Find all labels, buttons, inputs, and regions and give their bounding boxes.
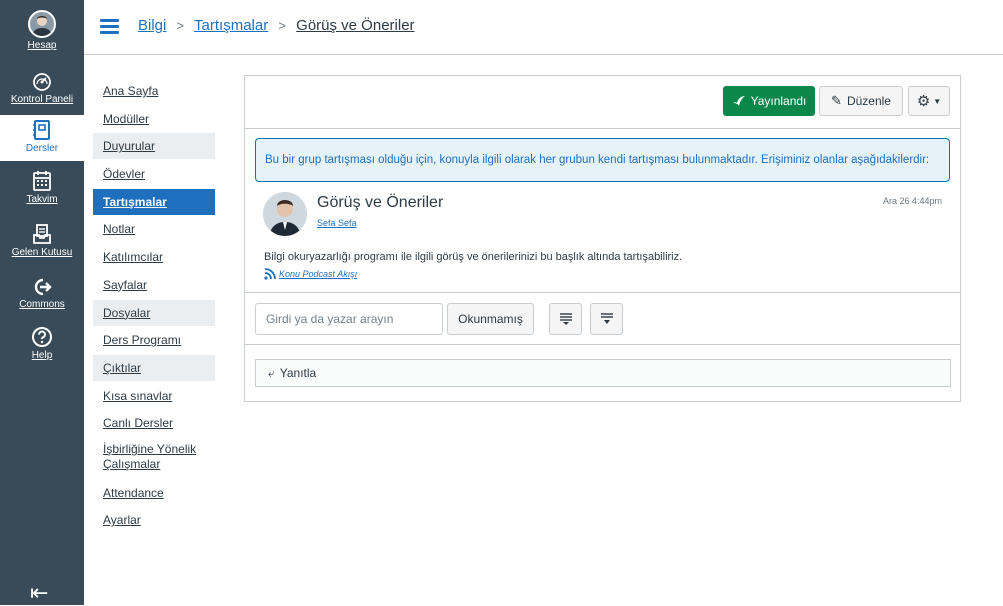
breadcrumb-discussions[interactable]: Tartışmalar xyxy=(194,17,268,34)
course-nav-grades[interactable]: Notlar xyxy=(93,216,215,242)
caret-down-icon: ▼ xyxy=(933,96,942,106)
course-nav-pages[interactable]: Sayfalar xyxy=(93,272,215,298)
post-date: Ara 26 4:44pm xyxy=(882,196,942,206)
post-title: Görüş ve Öneriler xyxy=(317,194,444,211)
collapse-nav-icon[interactable]: ⇤ xyxy=(30,580,48,606)
calendar-icon xyxy=(33,171,51,191)
nav-commons-label: Commons xyxy=(19,299,65,310)
global-nav: Hesap Kontrol Paneli Dersler Takvim Gele… xyxy=(0,0,84,605)
chevron-right-icon: > xyxy=(278,18,286,33)
rss-icon xyxy=(264,268,276,280)
nav-calendar[interactable]: Takvim xyxy=(0,170,84,206)
course-nav-files[interactable]: Dosyalar xyxy=(93,299,215,326)
course-nav-syllabus[interactable]: Ders Programı xyxy=(93,327,215,353)
published-check-icon xyxy=(732,96,745,106)
course-nav-attendance[interactable]: Attendance xyxy=(93,480,215,506)
collapse-all-button[interactable] xyxy=(590,303,623,335)
nav-account[interactable]: Hesap xyxy=(0,10,84,52)
reply-button[interactable]: ⤶ Yanıtla xyxy=(255,359,951,387)
post-body: Bilgi okuryazarlığı programı ile ilgili … xyxy=(264,251,683,263)
nav-help-label: Help xyxy=(31,350,53,361)
collapse-icon xyxy=(600,313,613,324)
page-header: Bilgi > Tartışmalar > Görüş ve Öneriler xyxy=(84,0,1003,55)
breadcrumb-course[interactable]: Bilgi xyxy=(138,17,166,34)
post-author-link[interactable]: Sefa Sefa xyxy=(317,218,357,228)
search-input[interactable] xyxy=(255,303,443,335)
course-nav-conferences[interactable]: Canlı Dersler xyxy=(93,410,215,436)
pencil-icon: ✎ xyxy=(831,93,842,108)
help-icon xyxy=(32,327,52,347)
expand-icon xyxy=(559,313,572,325)
group-discussion-info: Bu bir grup tartışması olduğu için, konu… xyxy=(255,138,950,182)
edit-label: Düzenle xyxy=(846,94,891,108)
settings-menu-button[interactable]: ⚙ ▼ xyxy=(908,86,950,116)
nav-courses-label: Dersler xyxy=(25,143,59,154)
unread-label: Okunmamış xyxy=(458,312,523,326)
nav-commons[interactable]: Commons xyxy=(0,277,84,311)
course-nav: Ana Sayfa Modüller Duyurular Ödevler Tar… xyxy=(93,78,215,535)
hamburger-menu-icon[interactable] xyxy=(100,19,119,35)
course-nav-people[interactable]: Katılımcılar xyxy=(93,244,215,270)
nav-calendar-label: Takvim xyxy=(26,194,58,205)
edit-button[interactable]: ✎ Düzenle xyxy=(819,86,903,116)
divider xyxy=(245,292,960,293)
podcast-feed-link[interactable]: Konu Podcast Akışı xyxy=(264,268,357,280)
unread-filter-button[interactable]: Okunmamış xyxy=(447,303,534,335)
published-button[interactable]: Yayınlandı xyxy=(723,86,815,116)
author-avatar[interactable] xyxy=(263,192,307,236)
courses-icon xyxy=(33,120,50,140)
divider xyxy=(245,344,960,345)
dashboard-icon xyxy=(33,73,51,91)
nav-inbox[interactable]: Gelen Kutusu xyxy=(0,223,84,259)
course-nav-home[interactable]: Ana Sayfa xyxy=(93,78,215,104)
nav-account-label: Hesap xyxy=(27,40,57,51)
info-message: Bu bir grup tartışması olduğu için, konu… xyxy=(265,154,930,166)
published-label: Yayınlandı xyxy=(750,94,807,108)
nav-inbox-label: Gelen Kutusu xyxy=(11,247,73,258)
breadcrumb-current: Görüş ve Öneriler xyxy=(296,17,415,34)
course-nav-outcomes[interactable]: Çıktılar xyxy=(93,354,215,381)
course-nav-announcements[interactable]: Duyurular xyxy=(93,133,215,160)
course-nav-assignments[interactable]: Ödevler xyxy=(93,161,215,187)
commons-icon xyxy=(34,278,52,296)
chevron-right-icon: > xyxy=(176,18,185,33)
course-nav-settings[interactable]: Ayarlar xyxy=(93,507,215,533)
divider xyxy=(245,128,960,129)
reply-label: Yanıtla xyxy=(279,366,317,380)
course-nav-quizzes[interactable]: Kısa sınavlar xyxy=(93,383,215,409)
discussion-panel: Yayınlandı ✎ Düzenle ⚙ ▼ Bu bir grup tar… xyxy=(244,75,961,402)
course-nav-collaborations[interactable]: İşbirliğine Yönelik Çalışmalar xyxy=(93,438,215,478)
account-avatar xyxy=(28,10,56,38)
reply-icon: ⤶ xyxy=(268,365,275,380)
podcast-feed-label: Konu Podcast Akışı xyxy=(279,269,358,279)
course-nav-discussions[interactable]: Tartışmalar xyxy=(93,188,215,215)
nav-dashboard-label: Kontrol Paneli xyxy=(10,94,74,105)
inbox-icon xyxy=(33,224,51,244)
expand-all-button[interactable] xyxy=(549,303,582,335)
gear-icon: ⚙ xyxy=(916,93,931,110)
course-nav-modules[interactable]: Modüller xyxy=(93,106,215,132)
nav-courses[interactable]: Dersler xyxy=(0,115,84,161)
breadcrumb: Bilgi > Tartışmalar > Görüş ve Öneriler xyxy=(138,17,415,34)
nav-help[interactable]: Help xyxy=(0,326,84,362)
nav-dashboard[interactable]: Kontrol Paneli xyxy=(0,72,84,106)
